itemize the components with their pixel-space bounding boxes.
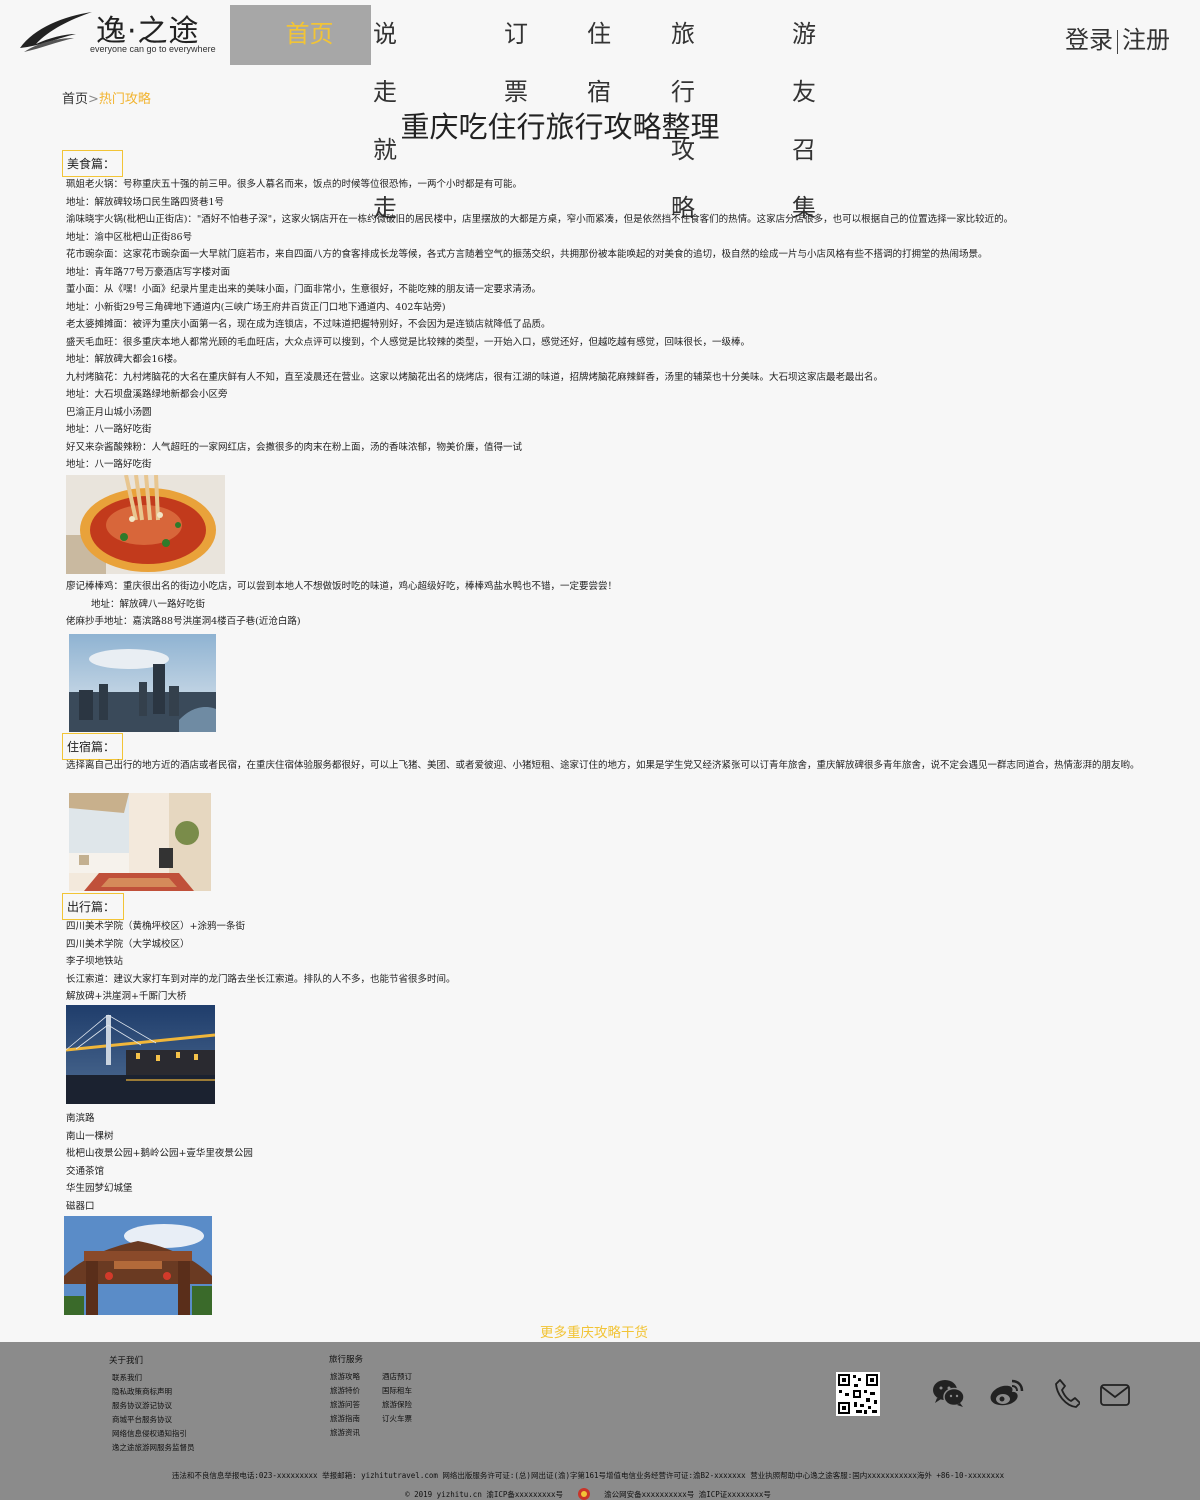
footer-link[interactable]: 国际租车 — [382, 1385, 412, 1396]
footer-link[interactable]: 旅游指南 — [330, 1413, 360, 1424]
logo-slogan: everyone can go to everywhere — [90, 44, 216, 54]
noodles-photo — [66, 475, 225, 574]
footer-copyright: © 2019 yizhitu.cn 渝ICP备xxxxxxxxx号 渝公网安备x… — [0, 1487, 1176, 1500]
food-line: 珮姐老火锅：号称重庆五十强的前三甲。很多人慕名而来，饭点的时候等位很恐怖，一两个… — [66, 179, 523, 190]
food-line: 地址：青年路77号万豪酒店写字楼对面 — [66, 266, 231, 278]
footer-service-title: 旅行服务 — [329, 1355, 364, 1365]
food-line: 地址：解放碑较场口民生路四贤巷1号 — [66, 196, 225, 208]
food-line: 地址：八一路好吃街 — [66, 459, 152, 470]
weibo-icon[interactable] — [988, 1378, 1024, 1412]
food-line: 地址：大石坝盘溪路绿地新都会小区旁 — [66, 389, 228, 400]
police-badge-icon — [576, 1487, 592, 1500]
copyright-text: © 2019 yizhitu.cn 渝ICP备xxxxxxxxx号 — [405, 1490, 564, 1499]
food-line: 巴渝正月山城小汤圆 — [66, 406, 152, 418]
travel-line: 长江索道：建议大家打车到对岸的龙门路去坐长江索道。排队的人不多，也能节省很多时间… — [66, 973, 456, 985]
login-link[interactable]: 登录 — [1065, 26, 1113, 54]
footer-legal-line: 违法和不良信息举报电话:023-xxxxxxxxx 举报邮箱: yizhitut… — [171, 1471, 1005, 1480]
food-line: 董小面：从《嘿！小面》纪录片里走出来的美味小面，门面非常小，生意很好，不能吃辣的… — [66, 284, 542, 295]
food-line: 地址：八一路好吃街 — [66, 424, 152, 435]
food-line: 廖记棒棒鸡：重庆很出名的街边小吃店，可以尝到本地人不想做饭时吃的味道，鸡心超级好… — [66, 581, 618, 592]
section-tag-travel: 出行篇： — [62, 893, 124, 920]
room-photo — [69, 793, 211, 891]
footer-link[interactable]: 商城平台服务协议 — [112, 1414, 172, 1425]
nav-go-now[interactable]: 说走就走 — [373, 5, 397, 222]
site-header: 逸·之途 everyone can go to everywhere 首页 说走… — [0, 0, 1200, 222]
auth-links: 登录 注册 — [1065, 20, 1170, 55]
footer-link[interactable]: 旅游特价 — [330, 1385, 360, 1396]
footer-link[interactable]: 旅游问答 — [330, 1399, 360, 1410]
travel-line: 磁器口 — [66, 1200, 95, 1212]
more-guides-link[interactable]: 更多重庆攻略干货 — [0, 1321, 1188, 1341]
phone-icon[interactable] — [1054, 1378, 1081, 1412]
food-line: 佬麻抄手地址：嘉滨路88号洪崖洞4楼百子巷(近沧白路) — [66, 616, 301, 627]
qr-code — [836, 1372, 880, 1416]
city-skyline-photo — [69, 634, 216, 732]
food-line: 地址：渝中区枇杷山正街86号 — [66, 231, 193, 243]
bridge-night-photo — [66, 1005, 215, 1104]
travel-line: 四川美术学院（黄桷坪校区）+涂鸦一条街 — [66, 921, 245, 932]
footer-link[interactable]: 网络信息侵权通知指引 — [112, 1428, 187, 1439]
food-line: 九村烤脑花：九村烤脑花的大名在重庆鲜有人不知，直至凌晨还在营业。这家以烤脑花出名… — [66, 371, 884, 383]
footer-link[interactable]: 隐私政策商标声明 — [112, 1386, 172, 1397]
footer-link[interactable]: 旅游保险 — [382, 1399, 412, 1410]
footer-link[interactable]: 订火车票 — [382, 1413, 412, 1424]
food-line: 花市豌杂面：这家花市豌杂面一大早就门庭若市，来自四面八方的食客排成长龙等候，各式… — [66, 249, 988, 260]
nav-home[interactable]: 首页 — [230, 5, 371, 65]
travel-line: 四川美术学院（大学城校区） — [66, 938, 190, 950]
stay-text: 选择离自己出行的地方近的酒店或者民宿，在重庆住宿体验服务都很好，可以上飞猪、美团… — [66, 760, 1140, 771]
section-tag-food: 美食篇： — [62, 150, 123, 177]
nav-tickets[interactable]: 订票 — [504, 5, 528, 106]
footer-about-title: 关于我们 — [109, 1356, 144, 1366]
food-line: 渝味晓宇火锅(枇杷山正街店)："酒好不怕巷子深"，这家火锅店开在一栋约微破旧的居… — [66, 214, 1014, 225]
page: 逸·之途 everyone can go to everywhere 首页 说走… — [0, 0, 1200, 1500]
site-footer: 关于我们 联系我们 隐私政策商标声明 服务协议游记协议 商城平台服务协议 网络信… — [0, 1342, 1200, 1500]
food-line: 老太婆摊摊面：被评为重庆小面第一名，现在成为连锁店，不过味道把握特别好，不会因为… — [66, 319, 551, 330]
travel-line: 李子坝地铁站 — [66, 956, 124, 967]
food-line: 地址：解放碑八一路好吃街 — [91, 598, 206, 610]
footer-link[interactable]: 服务协议游记协议 — [112, 1400, 172, 1411]
food-line: 盛天毛血旺：很多重庆本地人都常光顾的毛血旺店，大众点评可以搜到，个人感觉是比较辣… — [66, 336, 751, 348]
section-tag-stay: 住宿篇： — [62, 733, 123, 760]
travel-line: 华生园梦幻城堡 — [66, 1183, 133, 1194]
nav-travel-buddies[interactable]: 游友召集 — [792, 5, 816, 222]
footer-link[interactable]: 逸之途旅游网服务监督员 — [112, 1442, 195, 1453]
travel-line: 解放碑+洪崖洞+千厮门大桥 — [66, 991, 187, 1002]
footer-link[interactable]: 旅游资讯 — [330, 1427, 360, 1438]
food-line: 好又来杂酱酸辣粉：人气超旺的一家网红店，会撒很多的肉末在粉上面，汤的香味浓郁，物… — [66, 441, 523, 453]
travel-line: 南滨路 — [66, 1113, 95, 1124]
page-title: 重庆吃住行旅行攻略整理 — [400, 110, 720, 144]
nav-lodging[interactable]: 住宿 — [587, 5, 611, 106]
nav-travel-guides[interactable]: 旅行攻略 — [671, 5, 695, 222]
footer-link[interactable]: 酒店预订 — [382, 1371, 412, 1382]
mail-icon[interactable] — [1100, 1384, 1130, 1410]
travel-line: 南山一棵树 — [66, 1130, 114, 1142]
food-line: 地址：解放碑大都会16楼。 — [66, 354, 183, 365]
travel-line: 枇杷山夜景公园+鹅岭公园+壹华里夜景公园 — [66, 1148, 253, 1159]
ciqikou-gate-photo — [64, 1216, 212, 1315]
travel-line: 交通茶馆 — [66, 1165, 105, 1177]
food-line: 地址：小新街29号三角碑地下通道内(三峡广场王府井百货正门口地下通道内、402车… — [66, 301, 446, 313]
footer-link[interactable]: 旅游攻略 — [330, 1371, 360, 1382]
footer-link[interactable]: 联系我们 — [112, 1372, 142, 1383]
wechat-icon[interactable] — [932, 1378, 966, 1412]
site-logo[interactable]: 逸·之途 everyone can go to everywhere — [14, 2, 228, 62]
record-number: 渝公网安备xxxxxxxxxx号 渝ICP证xxxxxxxx号 — [604, 1490, 771, 1499]
register-link[interactable]: 注册 — [1122, 26, 1170, 54]
auth-divider — [1117, 29, 1118, 54]
logo-swoosh-icon — [20, 12, 92, 52]
